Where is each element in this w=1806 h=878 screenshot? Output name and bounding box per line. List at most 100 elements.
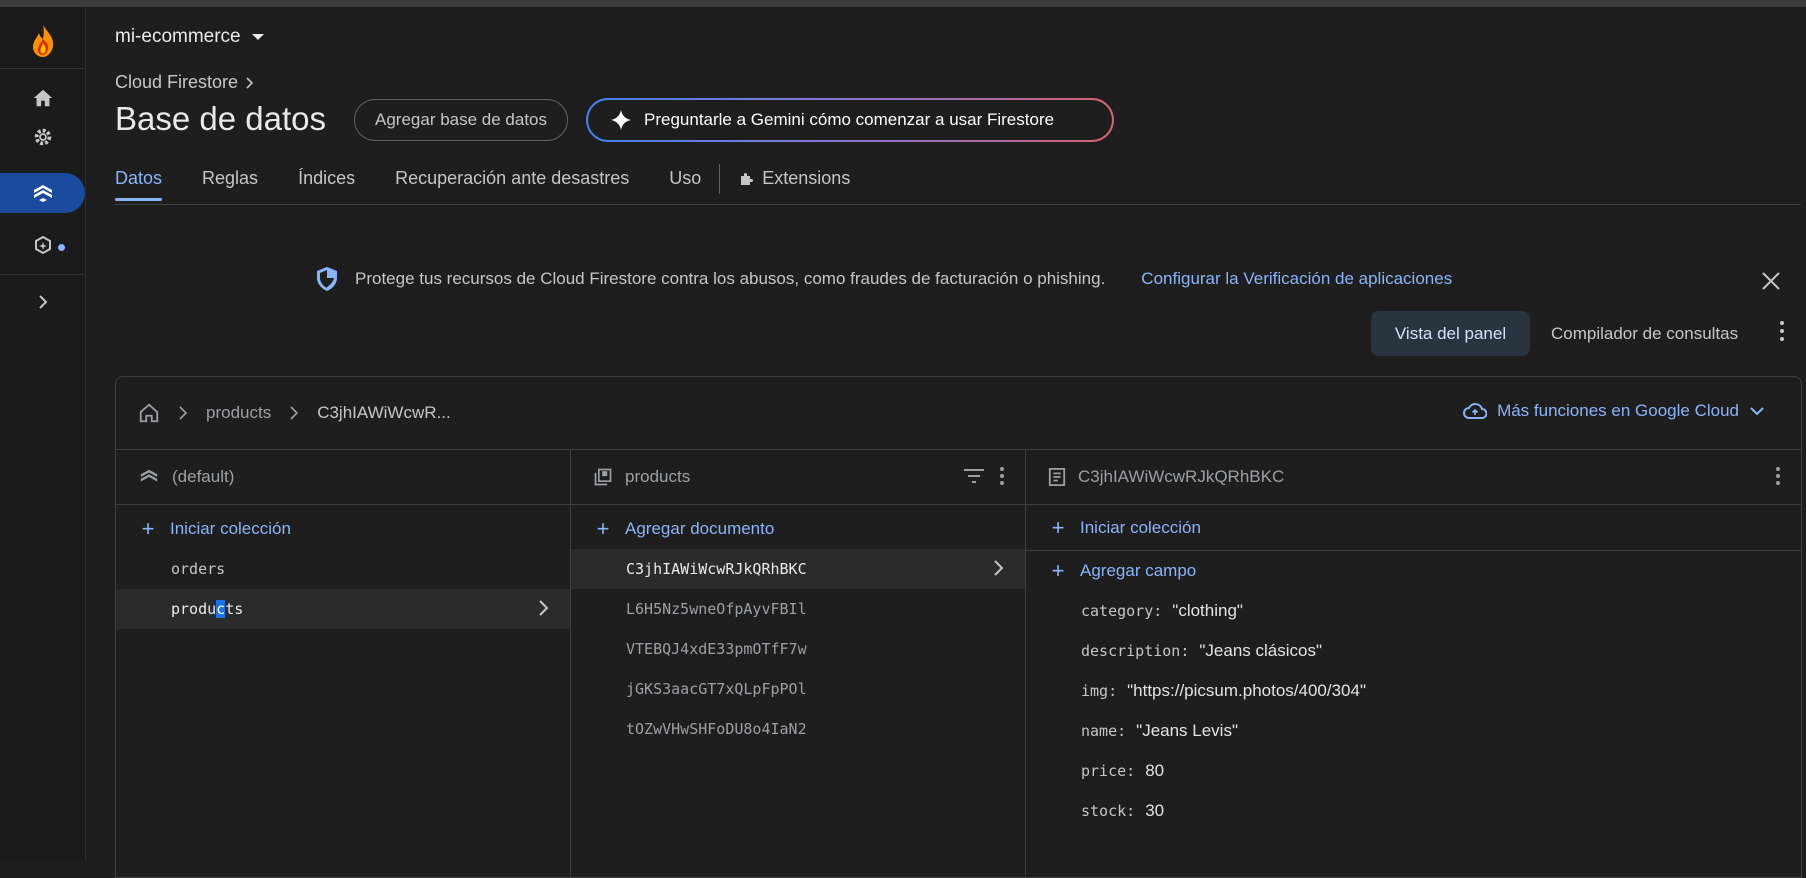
field-key: stock: [1081,802,1136,820]
window-top-strip [0,0,1806,7]
add-field-button[interactable]: + Agregar campo [1026,551,1801,591]
query-builder-button[interactable]: Compilador de consultas [1551,324,1738,344]
google-cloud-label: Más funciones en Google Cloud [1497,401,1739,420]
documents-column: products + Agregar documento C3jhIAWiWcw… [571,450,1026,877]
panel-view-button[interactable]: Vista del panel [1371,311,1530,356]
shield-icon [317,267,337,291]
field-key: price: [1081,762,1136,780]
plus-icon: + [1051,558,1065,583]
tab-reglas[interactable]: Reglas [202,168,258,201]
collection-name: products [625,467,691,486]
field-value: "clothing" [1172,601,1243,620]
gemini-prompt-label: Preguntarle a Gemini cómo comenzar a usa… [644,110,1055,129]
field-row[interactable]: stock: 30 [1026,791,1801,831]
tab-datos[interactable]: Datos [115,168,163,201]
add-document-button[interactable]: + Agregar documento [571,509,1025,549]
filter-icon[interactable] [963,468,985,484]
chevron-right-icon [539,600,549,616]
add-field-label: Agregar campo [1080,561,1197,580]
plus-icon: + [596,516,610,541]
rail-divider [0,274,85,275]
home-outline-icon[interactable] [138,402,160,424]
add-document-label: Agregar documento [625,519,775,538]
breadcrumb-cloud-firestore[interactable]: Cloud Firestore [115,72,238,93]
add-database-button[interactable]: Agregar base de datos [354,99,569,141]
tab-indices[interactable]: Índices [298,168,355,201]
gemini-sparkle-icon [610,109,632,131]
field-key: description: [1081,642,1190,660]
start-collection-label: Iniciar colección [170,519,291,538]
chevron-right-icon [179,406,188,420]
database-icon [140,469,158,482]
field-value: 30 [1145,801,1165,820]
database-name: (default) [172,467,235,486]
project-selector[interactable]: mi-ecommerce [115,26,265,48]
plus-icon: + [141,516,155,541]
text-cursor: c [216,600,226,618]
field-value: "Jeans clásicos" [1199,641,1322,660]
firebase-logo-icon[interactable] [26,21,60,61]
collection-item-selected[interactable]: produ c ts [116,589,570,629]
crumb-products[interactable]: products [206,403,271,423]
tab-extensions[interactable]: Extensions [738,168,850,201]
field-value: "https://picsum.photos/400/304" [1127,681,1367,700]
firestore-nav-icon[interactable] [0,173,85,213]
field-row[interactable]: description: "Jeans clásicos" [1026,631,1801,671]
left-rail [0,7,86,862]
document-item-selected[interactable]: C3jhIAWiWcwRJkQRhBKC [571,549,1025,589]
genkit-ai-icon[interactable] [26,231,60,261]
collection-icon [594,468,612,486]
tab-extensions-label: Extensions [762,168,851,188]
start-subcollection-label: Iniciar colección [1080,517,1201,537]
app-check-banner: Protege tus recursos de Cloud Firestore … [315,266,1452,292]
document-item[interactable]: tOZwVHwSHFoDU8o4IaN2 [571,709,1025,749]
more-vert-icon[interactable] [999,466,1005,486]
tabs-underline [115,204,1801,205]
home-icon[interactable] [26,83,60,113]
crumb-document[interactable]: C3jhIAWiWcwR... [317,403,451,423]
document-fields-column: C3jhIAWiWcwRJkQRhBKC + Iniciar colección… [1026,450,1801,877]
field-key: name: [1081,722,1127,740]
document-item[interactable]: VTEBQJ4xdE33pmOTfF7w [571,629,1025,669]
column-header: products [571,450,1025,505]
gemini-prompt-button[interactable]: Preguntarle a Gemini cómo comenzar a usa… [586,98,1114,142]
start-collection-button[interactable]: + Iniciar colección [116,509,570,549]
collection-item[interactable]: orders [116,549,570,589]
field-row[interactable]: category: "clothing" [1026,591,1801,631]
chevron-right-icon [994,560,1004,576]
breadcrumb[interactable]: Cloud Firestore [115,72,254,93]
database-column: (default) + Iniciar colección orders pro… [116,450,571,877]
document-icon [1048,468,1066,486]
start-subcollection-button[interactable]: + Iniciar colección [1026,505,1801,551]
field-value: "Jeans Levis" [1136,721,1238,740]
field-row[interactable]: price: 80 [1026,751,1801,791]
cloud-icon [1463,403,1488,419]
settings-gear-icon[interactable] [26,122,60,152]
tab-recuperacion[interactable]: Recuperación ante desastres [395,168,629,201]
panel-header: products C3jhIAWiWcwR... Más funciones e… [116,377,1801,450]
more-vert-icon[interactable] [1775,466,1781,486]
firestore-data-panel: products C3jhIAWiWcwR... Más funciones e… [115,376,1802,878]
document-item[interactable]: jGKS3aacGT7xQLpFpPOl [571,669,1025,709]
tab-divider [719,163,721,194]
expand-chevron-icon[interactable] [26,287,60,317]
tab-uso[interactable]: Uso [669,168,701,201]
field-value: 80 [1145,761,1165,780]
new-indicator-dot [58,244,65,251]
field-row[interactable]: img: "https://picsum.photos/400/304" [1026,671,1801,711]
rail-divider [0,68,85,69]
chevron-down-icon [1750,407,1764,416]
column-header: C3jhIAWiWcwRJkQRhBKC [1026,450,1801,505]
more-vert-icon[interactable] [1778,320,1786,347]
configure-app-check-link[interactable]: Configurar la Verificación de aplicacion… [1141,269,1452,289]
project-name: mi-ecommerce [115,26,241,47]
field-key: category: [1081,602,1163,620]
field-row[interactable]: name: "Jeans Levis" [1026,711,1801,751]
document-item[interactable]: L6H5Nz5wneOfpAyvFBIl [571,589,1025,629]
field-key: img: [1081,682,1118,700]
google-cloud-link[interactable]: Más funciones en Google Cloud [1463,401,1765,421]
document-id: C3jhIAWiWcwRJkQRhBKC [1078,467,1285,486]
tab-bar: Datos Reglas Índices Recuperación ante d… [115,163,850,201]
banner-text: Protege tus recursos de Cloud Firestore … [355,269,1106,288]
close-icon[interactable] [1758,268,1784,294]
